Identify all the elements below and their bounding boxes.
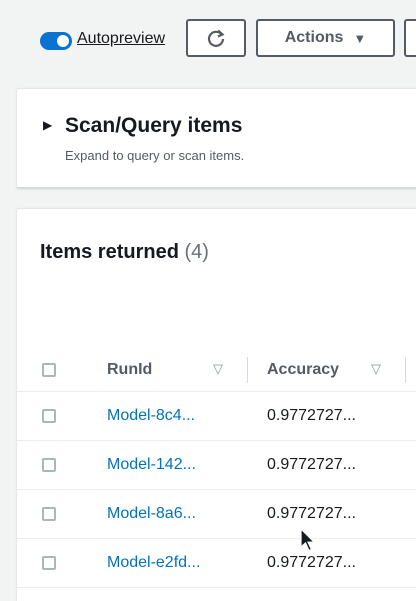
caret-down-icon: ▼ [353,30,367,46]
runid-link[interactable]: Model-e2fd... [107,554,200,572]
row-checkbox[interactable] [42,458,56,472]
runid-link[interactable]: Model-8a6... [107,505,196,523]
refresh-button[interactable] [186,19,246,57]
row-checkbox[interactable] [42,507,56,521]
select-all-checkbox[interactable] [42,363,56,377]
refresh-icon [207,29,225,47]
items-count: (4) [184,241,209,263]
runid-link[interactable]: Model-8c4... [107,407,195,425]
row-checkbox[interactable] [42,409,56,423]
column-header-accuracy[interactable]: Accuracy [267,361,339,379]
table-row[interactable]: Model-142... 0.9772727... [17,441,416,490]
autopreview-label[interactable]: Autopreview [77,30,165,48]
table-row[interactable]: Model-8c4... 0.9772727... [17,392,416,441]
toolbar-extra-button[interactable] [404,19,416,57]
column-divider[interactable] [247,357,248,383]
column-divider[interactable] [405,357,406,383]
runid-link[interactable]: Model-142... [107,456,196,474]
items-returned-heading: Items returned (4) [40,241,209,264]
sort-icon[interactable]: ▽ [371,361,381,377]
column-header-runid[interactable]: RunId [107,361,152,379]
caret-right-icon[interactable]: ▶ [43,118,52,132]
mouse-cursor-icon [300,528,316,552]
accuracy-value: 0.9772727... [267,505,356,522]
accuracy-value: 0.9772727... [267,407,356,424]
autopreview-toggle[interactable] [40,32,72,50]
table-row[interactable]: Model-e2fd... 0.9772727... [17,539,416,588]
actions-label: Actions [284,29,344,46]
scan-query-title[interactable]: Scan/Query items [65,114,242,138]
toolbar: Autopreview Actions ▼ [0,0,416,84]
items-returned-panel: Items returned (4) RunId ▽ Accuracy ▽ Mo… [17,208,416,601]
row-checkbox[interactable] [42,556,56,570]
table-row[interactable]: Model-8a6... 0.9772727... [17,490,416,539]
accuracy-value: 0.9772727... [267,554,356,571]
scan-query-description: Expand to query or scan items. [65,148,245,163]
toggle-knob [57,35,69,47]
sort-icon[interactable]: ▽ [213,361,223,377]
accuracy-value: 0.9772727... [267,456,356,473]
scan-query-panel: ▶ Scan/Query items Expand to query or sc… [17,88,416,188]
table-header: RunId ▽ Accuracy ▽ [17,349,416,392]
actions-button[interactable]: Actions ▼ [256,19,395,57]
items-heading-label: Items returned [40,241,179,263]
